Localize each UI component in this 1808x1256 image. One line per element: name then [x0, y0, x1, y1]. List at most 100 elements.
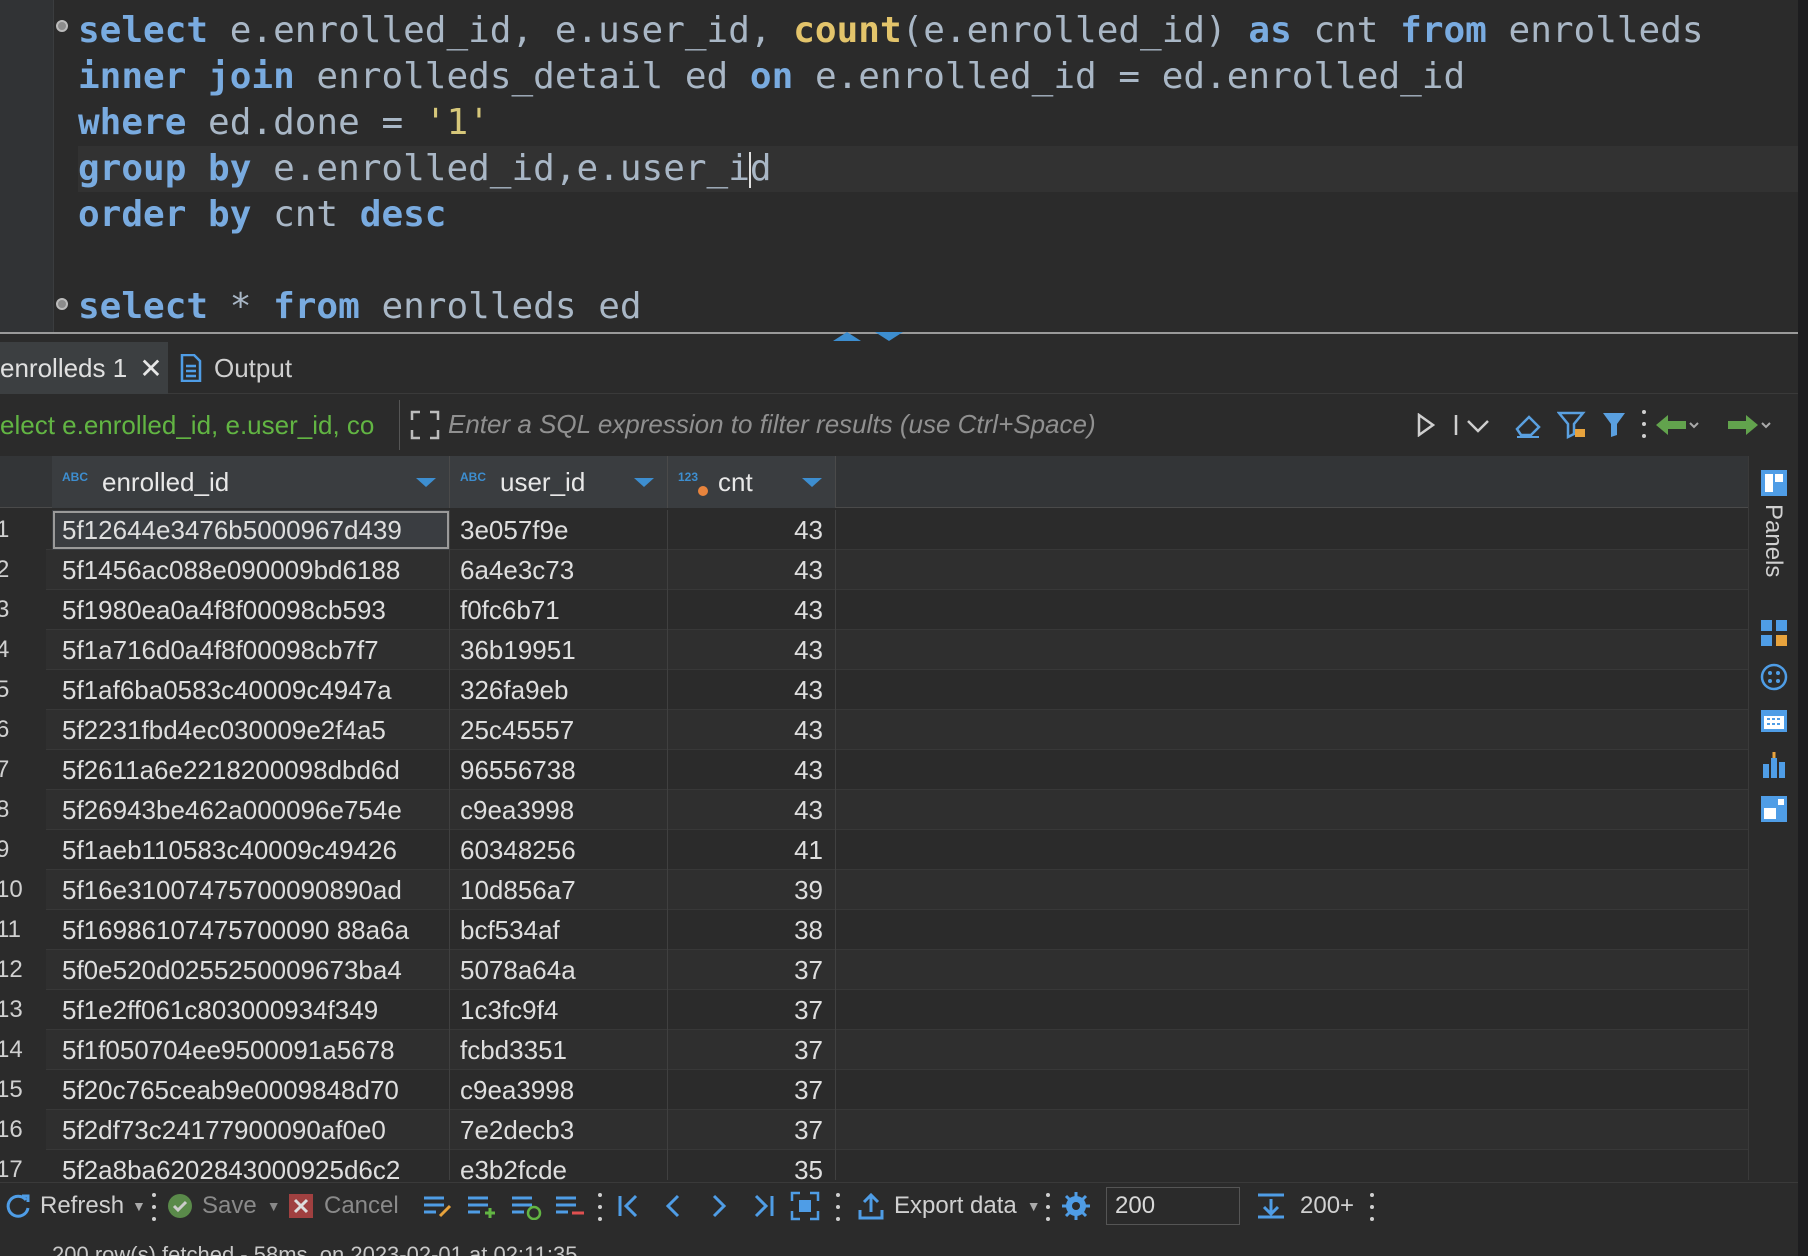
- panels-icon[interactable]: [1759, 468, 1789, 498]
- column-header-cnt[interactable]: 123 cnt: [668, 456, 836, 508]
- code-line-2[interactable]: inner join enrolleds_detail ed on e.enro…: [78, 54, 1798, 100]
- edit-row-button[interactable]: [422, 1189, 454, 1223]
- fold-marker-icon[interactable]: [56, 298, 68, 310]
- cell-cnt[interactable]: 43: [668, 670, 836, 710]
- row-number[interactable]: 12: [0, 950, 46, 990]
- cell-cnt[interactable]: 37: [668, 950, 836, 990]
- sort-filter-icon[interactable]: [634, 478, 654, 487]
- cell-enrolled-id[interactable]: 5f0e520d0255250009673ba4: [52, 950, 450, 990]
- fetch-more-button[interactable]: 200+: [1256, 1189, 1354, 1223]
- row-number[interactable]: 14: [0, 1030, 46, 1070]
- code-line-4[interactable]: group by e.enrolled_id,e.user_id: [78, 146, 1798, 192]
- row-number[interactable]: 3: [0, 590, 46, 630]
- table-row[interactable]: 12 5f0e520d0255250009673ba4 5078a64a 37: [0, 950, 1748, 990]
- cell-user-id[interactable]: 1c3fc9f4: [450, 990, 668, 1030]
- cell-user-id[interactable]: e3b2fcde: [450, 1150, 668, 1180]
- cell-enrolled-id[interactable]: 5f12644e3476b5000967d439: [52, 510, 450, 550]
- table-row[interactable]: 13 5f1e2ff061c803000934f349 1c3fc9f4 37: [0, 990, 1748, 1030]
- cell-enrolled-id[interactable]: 5f2231fbd4ec030009e2f4a5: [52, 710, 450, 750]
- cell-user-id[interactable]: c9ea3998: [450, 1070, 668, 1110]
- row-number[interactable]: 10: [0, 870, 46, 910]
- cell-user-id[interactable]: 10d856a7: [450, 870, 668, 910]
- layout-panel-icon[interactable]: [1759, 794, 1789, 824]
- export-data-button[interactable]: Export data ▼: [858, 1189, 1041, 1223]
- cell-enrolled-id[interactable]: 5f1980ea0a4f8f00098cb593: [52, 590, 450, 630]
- settings-button[interactable]: [1060, 1189, 1092, 1223]
- cell-enrolled-id[interactable]: 5f1aeb110583c40009c49426: [52, 830, 450, 870]
- cell-enrolled-id[interactable]: 5f26943be462a000096e754e: [52, 790, 450, 830]
- row-number[interactable]: 8: [0, 790, 46, 830]
- cell-cnt[interactable]: 43: [668, 750, 836, 790]
- tab-output[interactable]: Output: [180, 342, 292, 394]
- editor-results-splitter[interactable]: [0, 332, 1798, 342]
- cell-user-id[interactable]: 3e057f9e: [450, 510, 668, 550]
- row-number[interactable]: 5: [0, 670, 46, 710]
- cell-enrolled-id[interactable]: 5f16986107475700090 88a6a: [52, 910, 450, 950]
- table-row[interactable]: 6 5f2231fbd4ec030009e2f4a5 25c45557 43: [0, 710, 1748, 750]
- cell-cnt[interactable]: 43: [668, 630, 836, 670]
- eraser-icon[interactable]: [1512, 408, 1544, 442]
- delete-row-button[interactable]: [554, 1189, 586, 1223]
- previous-page-button[interactable]: [660, 1189, 688, 1223]
- back-arrow-icon[interactable]: [1654, 408, 1700, 442]
- fit-columns-button[interactable]: [790, 1189, 820, 1223]
- cell-user-id[interactable]: 5078a64a: [450, 950, 668, 990]
- cell-enrolled-id[interactable]: 5f2611a6e2218200098dbd6d: [52, 750, 450, 790]
- cell-enrolled-id[interactable]: 5f1f050704ee9500091a5678: [52, 1030, 450, 1070]
- query-preview[interactable]: elect e.enrolled_id, e.user_id, co: [0, 400, 400, 450]
- cell-cnt[interactable]: 35: [668, 1150, 836, 1180]
- table-row[interactable]: 7 5f2611a6e2218200098dbd6d 96556738 43: [0, 750, 1748, 790]
- grid-panel-icon[interactable]: [1759, 618, 1789, 648]
- cell-user-id[interactable]: c9ea3998: [450, 790, 668, 830]
- cell-user-id[interactable]: 36b19951: [450, 630, 668, 670]
- sort-filter-icon[interactable]: [802, 478, 822, 487]
- table-row[interactable]: 3 5f1980ea0a4f8f00098cb593 f0fc6b71 43: [0, 590, 1748, 630]
- cell-cnt[interactable]: 43: [668, 550, 836, 590]
- code-line-3[interactable]: where ed.done = '1': [78, 100, 1798, 146]
- maximize-down-icon[interactable]: [875, 332, 903, 341]
- filter-icon[interactable]: [1600, 408, 1628, 442]
- code-line-1[interactable]: select e.enrolled_id, e.user_id, count(e…: [78, 8, 1798, 54]
- value-panel-icon[interactable]: [1759, 662, 1789, 692]
- column-header-user-id[interactable]: ABC user_id: [450, 456, 668, 508]
- cell-enrolled-id[interactable]: 5f1456ac088e090009bd6188: [52, 550, 450, 590]
- cell-cnt[interactable]: 41: [668, 830, 836, 870]
- cell-cnt[interactable]: 38: [668, 910, 836, 950]
- cell-cnt[interactable]: 43: [668, 710, 836, 750]
- cancel-button[interactable]: Cancel: [288, 1189, 399, 1223]
- cell-cnt[interactable]: 43: [668, 590, 836, 630]
- table-row[interactable]: 5 5f1af6ba0583c40009c4947a 326fa9eb 43: [0, 670, 1748, 710]
- table-row[interactable]: 9 5f1aeb110583c40009c49426 60348256 41: [0, 830, 1748, 870]
- table-row[interactable]: 8 5f26943be462a000096e754e c9ea3998 43: [0, 790, 1748, 830]
- column-header-enrolled-id[interactable]: ABC enrolled_id: [52, 456, 450, 508]
- panels-label[interactable]: Panels: [1759, 504, 1787, 577]
- cell-enrolled-id[interactable]: 5f2df73c24177900090af0e0: [52, 1110, 450, 1150]
- table-row[interactable]: 2 5f1456ac088e090009bd6188 6a4e3c73 43: [0, 550, 1748, 590]
- sort-filter-icon[interactable]: [416, 478, 436, 487]
- row-number[interactable]: 17: [0, 1150, 46, 1180]
- cell-user-id[interactable]: f0fc6b71: [450, 590, 668, 630]
- cell-enrolled-id[interactable]: 5f2a8ba6202843000925d6c2: [52, 1150, 450, 1180]
- copy-row-button[interactable]: [510, 1189, 542, 1223]
- cell-enrolled-id[interactable]: 5f1e2ff061c803000934f349: [52, 990, 450, 1030]
- cell-user-id[interactable]: 6a4e3c73: [450, 550, 668, 590]
- chevron-down-icon[interactable]: ▼: [1027, 1198, 1041, 1214]
- cell-enrolled-id[interactable]: 5f20c765ceab9e0009848d70: [52, 1070, 450, 1110]
- chart-panel-icon[interactable]: [1759, 750, 1789, 780]
- tab-results[interactable]: enrolleds 1 ✕: [0, 342, 168, 394]
- code-line-7[interactable]: select * from enrolleds ed: [78, 284, 1798, 330]
- filter-input[interactable]: [448, 402, 1408, 446]
- expand-icon[interactable]: [410, 410, 440, 440]
- cell-cnt[interactable]: 37: [668, 1070, 836, 1110]
- chevron-down-icon[interactable]: ▼: [267, 1198, 281, 1214]
- close-icon[interactable]: ✕: [139, 352, 162, 385]
- cell-cnt[interactable]: 37: [668, 990, 836, 1030]
- cell-cnt[interactable]: 43: [668, 510, 836, 550]
- table-row[interactable]: 17 5f2a8ba6202843000925d6c2 e3b2fcde 35: [0, 1150, 1748, 1180]
- row-number[interactable]: 9: [0, 830, 46, 870]
- table-row[interactable]: 11 5f16986107475700090 88a6a bcf534af 38: [0, 910, 1748, 950]
- maximize-up-icon[interactable]: [833, 332, 861, 341]
- refresh-button[interactable]: Refresh ▼: [4, 1189, 146, 1223]
- table-row[interactable]: 1 5f12644e3476b5000967d439 3e057f9e 43: [0, 510, 1748, 550]
- row-number[interactable]: 6: [0, 710, 46, 750]
